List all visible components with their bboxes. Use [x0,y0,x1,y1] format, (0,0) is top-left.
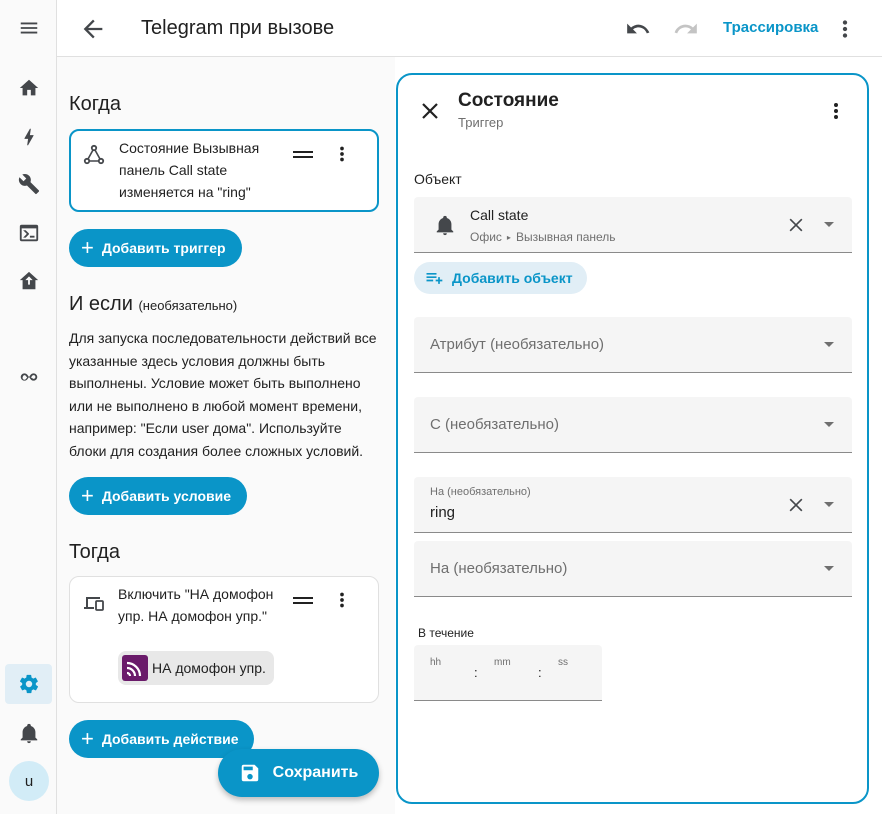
add-condition-label: Добавить условие [101,488,232,504]
bell-icon[interactable] [5,713,52,753]
top-app-bar: Telegram при вызове Трассировка [57,0,882,57]
redo-icon[interactable] [673,16,699,42]
chevron-down-icon[interactable] [824,422,834,427]
drag-handle-icon[interactable] [292,595,314,607]
to2-select[interactable]: На (необязательно) [414,541,852,597]
hours-unit[interactable]: hh [430,657,441,668]
action-menu-icon[interactable] [331,589,353,611]
trigger-menu-icon[interactable] [331,143,353,165]
chip-label: НА домофон упр. [152,660,266,676]
add-condition-button[interactable]: + Добавить условие [69,477,248,515]
panel-subtitle: Триггер [458,115,504,130]
add-entity-label: Добавить объект [452,270,573,286]
entity-name: Call state [470,207,529,223]
plus-icon: + [81,235,94,260]
duration-label: В течение [418,626,474,640]
bell-icon [436,215,454,236]
gear-icon[interactable] [5,664,52,704]
device-action-icon [84,597,104,611]
attribute-select[interactable]: Атрибут (необязательно) [414,317,852,373]
entity-picker[interactable]: Call state Офис ▸ Вызывная панель [414,197,852,253]
attribute-placeholder: Атрибут (необязательно) [430,336,605,353]
when-heading: Когда [69,93,121,115]
chevron-down-icon[interactable] [824,342,834,347]
ha-upload-icon[interactable] [5,261,52,301]
wrench-icon[interactable] [5,164,52,204]
duration-input[interactable]: hh : mm : ss [414,645,602,701]
trigger-text: Состояние Вызывная панель Call state изм… [119,140,260,200]
save-label: Сохранить [272,764,359,781]
to2-placeholder: На (необязательно) [430,560,568,577]
close-icon[interactable] [418,99,442,123]
state-trigger-icon [83,144,105,165]
floppy-icon [241,764,258,782]
chevron-down-icon[interactable] [824,566,834,571]
entity-device: Вызывная панель [515,230,616,244]
and-if-optional: (необязательно) [138,298,238,313]
from-placeholder: С (необязательно) [430,416,559,433]
chevron-down-icon[interactable] [824,222,834,227]
separator: : [538,665,542,680]
trigger-editor-panel: Состояние Триггер Объект Call state Офис… [396,73,869,804]
save-button[interactable]: Сохранить [218,749,379,797]
integration-icon[interactable] [5,357,52,397]
to-select[interactable]: На (необязательно) ring [414,477,852,533]
lightning-icon[interactable] [5,117,52,157]
add-entity-button[interactable]: Добавить объект [414,262,587,294]
conditions-description: Для запуска последовательности действий … [69,330,377,459]
panel-title: Состояние [458,90,559,111]
add-trigger-button[interactable]: + Добавить триггер [69,229,242,267]
entity-label: Объект [414,171,462,187]
clear-icon[interactable] [786,495,806,515]
and-if-heading: И если (необязательно) [69,293,237,316]
playlist-add-icon [426,273,443,284]
terminal-icon[interactable] [5,213,52,253]
action-card[interactable]: Включить "НА домофон упр. НА домофон упр… [69,576,379,703]
page-title: Telegram при вызове [141,17,335,39]
entity-area: Офис [470,230,502,244]
entity-breadcrumb: Офис ▸ Вызывная панель [470,230,616,244]
more-vert-icon[interactable] [832,16,858,42]
intercom-icon [122,655,148,681]
and-if-title: И если [69,293,133,315]
then-heading: Тогда [69,541,120,563]
back-arrow-icon[interactable] [79,15,107,43]
drag-handle-icon[interactable] [292,149,314,161]
add-trigger-label: Добавить триггер [101,240,226,256]
breadcrumb-arrow-icon: ▸ [506,232,511,242]
plus-icon: + [81,483,94,508]
minutes-unit[interactable]: mm [494,657,511,668]
separator: : [474,665,478,680]
seconds-unit[interactable]: ss [558,657,568,668]
avatar[interactable]: u [9,761,49,801]
automation-editor: Когда Состояние Вызывная панель Call sta… [57,57,395,814]
add-action-button[interactable]: + Добавить действие [69,720,255,758]
plus-icon: + [81,726,94,751]
from-select[interactable]: С (необязательно) [414,397,852,453]
add-action-label: Добавить действие [101,731,239,747]
action-text: Включить "НА домофон упр. НА домофон упр… [118,586,274,624]
chevron-down-icon[interactable] [824,502,834,507]
trace-button[interactable]: Трассировка [723,19,818,36]
entity-chip[interactable]: НА домофон упр. [118,651,274,685]
home-icon[interactable] [5,68,52,108]
to-value: ring [430,504,456,521]
to-label: На (необязательно) [430,486,531,498]
clear-icon[interactable] [786,215,806,235]
undo-icon[interactable] [625,16,651,42]
menu-icon[interactable] [5,8,52,48]
trigger-card[interactable]: Состояние Вызывная панель Call state изм… [69,129,379,212]
panel-menu-icon[interactable] [824,99,848,123]
sidebar: u [0,0,57,814]
